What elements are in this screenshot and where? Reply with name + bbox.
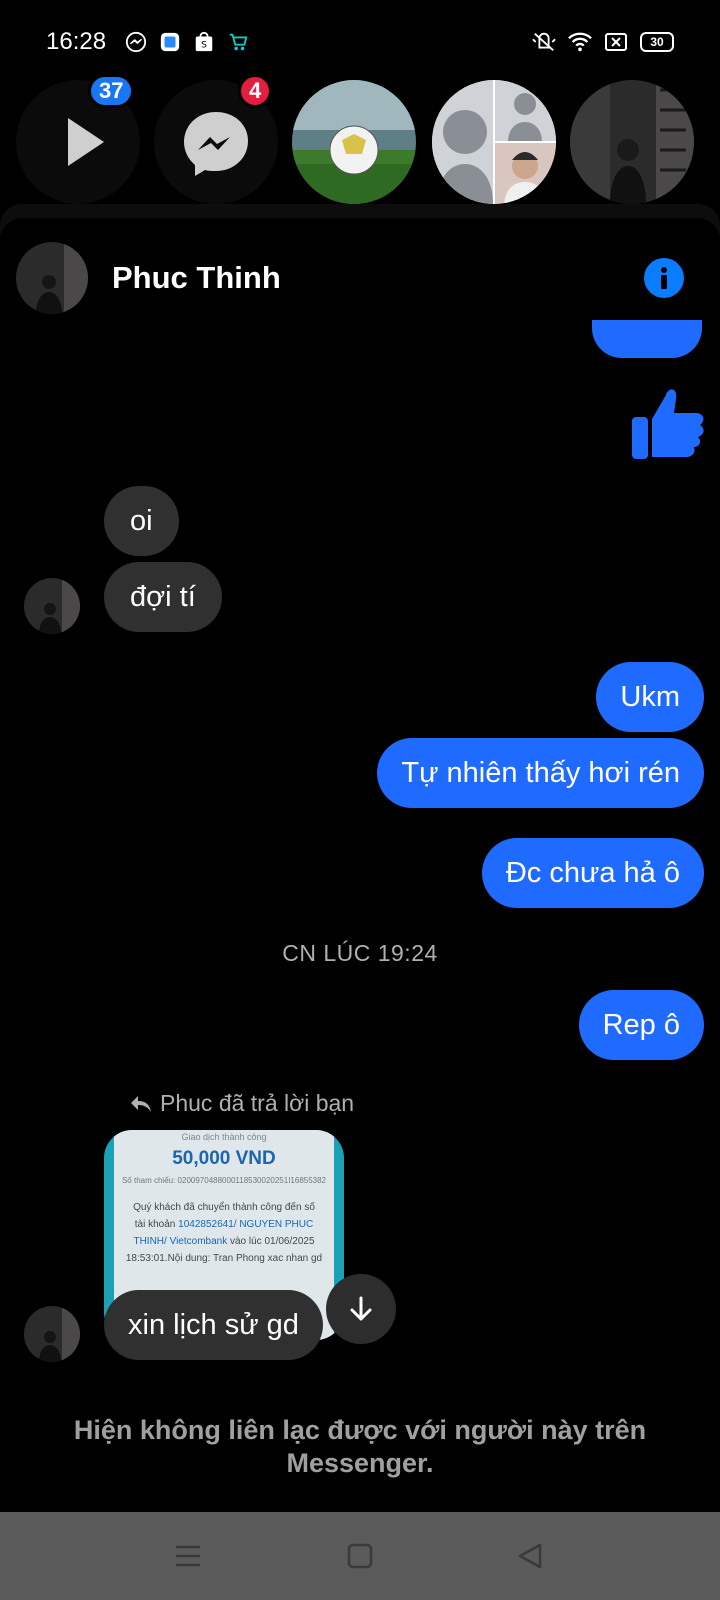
info-button[interactable] bbox=[644, 258, 684, 298]
contact-name[interactable]: Phuc Thinh bbox=[112, 260, 281, 296]
shopping-cart-icon bbox=[226, 30, 250, 54]
outgoing-message[interactable]: Ukm bbox=[596, 662, 704, 732]
system-icons: 30 bbox=[532, 30, 674, 54]
receipt-line: THINH/ Vietcombank vào lúc 01/06/2025 bbox=[120, 1233, 328, 1250]
unavailable-notice: Hiện không liên lạc được với người này t… bbox=[73, 1415, 647, 1478]
receipt-text: vào lúc 01/06/2025 bbox=[227, 1236, 315, 1247]
phuc-thinh-chathead[interactable] bbox=[570, 80, 694, 204]
incoming-message[interactable]: xin lịch sử gd bbox=[104, 1290, 323, 1360]
receipt-heading: Giao dịch thành công bbox=[181, 1132, 267, 1142]
incoming-message[interactable]: đợi tí bbox=[104, 562, 222, 632]
mute-icon bbox=[532, 30, 556, 54]
conversation-header: Phuc Thinh bbox=[0, 240, 720, 316]
receipt-line: Quý khách đã chuyển thành công đến số bbox=[133, 1202, 315, 1213]
contact-photo bbox=[570, 80, 694, 204]
receipt-text: tài khoản bbox=[134, 1219, 179, 1230]
football-chathead[interactable] bbox=[292, 80, 416, 204]
previous-message-bubble[interactable] bbox=[592, 320, 702, 358]
reply-indicator: Phuc đã trả lời bạn bbox=[130, 1090, 354, 1117]
incoming-message[interactable]: oi bbox=[104, 486, 179, 556]
home-nav-button[interactable] bbox=[342, 1538, 378, 1574]
receipt-bank: THINH/ Vietcombank bbox=[133, 1236, 228, 1247]
notification-icons: S bbox=[124, 30, 250, 54]
receipt-amount: 50,000 VND bbox=[172, 1148, 276, 1169]
info-icon bbox=[645, 259, 683, 297]
system-navigation-bar bbox=[0, 1512, 720, 1600]
receipt-line: 18:53:01.Nội dung: Tran Phong xac nhan g… bbox=[125, 1253, 323, 1264]
header-avatar[interactable] bbox=[16, 242, 88, 314]
home-icon bbox=[347, 1543, 373, 1569]
sender-avatar[interactable] bbox=[24, 578, 80, 634]
video-badge: 37 bbox=[88, 74, 135, 108]
back-nav-button[interactable] bbox=[512, 1538, 548, 1574]
messenger-badge: 4 bbox=[238, 74, 273, 108]
messenger-notification-icon bbox=[124, 30, 148, 54]
outgoing-message[interactable]: Rep ô bbox=[578, 990, 704, 1060]
football-photo bbox=[292, 80, 416, 204]
no-sim-icon bbox=[604, 30, 628, 54]
group-avatar bbox=[432, 80, 556, 204]
outgoing-message[interactable]: Tự nhiên thấy hơi rén bbox=[377, 738, 704, 808]
message-timestamp: CN LÚC 19:24 bbox=[282, 940, 438, 966]
wifi-icon bbox=[568, 30, 592, 54]
receipt-account: 1042852641/ NGUYEN PHUC bbox=[178, 1219, 314, 1230]
battery-indicator: 30 bbox=[640, 32, 674, 52]
receipt-reference: Số tham chiếu: 0200970488000118530020251… bbox=[121, 1176, 327, 1185]
shopee-icon: S bbox=[192, 30, 216, 54]
chat-heads-row: 37 4 bbox=[0, 74, 720, 204]
receipt-details: Quý khách đã chuyển thành công đến số tà… bbox=[114, 1199, 334, 1267]
receipt-line: tài khoản 1042852641/ NGUYEN PHUC bbox=[120, 1216, 328, 1233]
back-icon bbox=[518, 1543, 542, 1569]
like-sticker[interactable] bbox=[630, 383, 706, 461]
arrow-down-icon bbox=[350, 1296, 372, 1321]
menu-icon bbox=[176, 1545, 200, 1567]
svg-text:S: S bbox=[201, 40, 207, 51]
outgoing-message[interactable]: Đc chưa hả ô bbox=[481, 838, 704, 908]
scroll-to-bottom-button[interactable] bbox=[326, 1274, 396, 1344]
reply-label-text: Phuc đã trả lời bạn bbox=[160, 1090, 355, 1116]
status-bar: 16:28 S 30 bbox=[0, 0, 720, 80]
group-chathead[interactable] bbox=[432, 80, 556, 204]
thumbs-up-icon bbox=[632, 389, 704, 459]
reply-arrow-icon bbox=[131, 1095, 151, 1112]
sender-avatar[interactable] bbox=[24, 1306, 80, 1362]
menu-nav-button[interactable] bbox=[170, 1538, 206, 1574]
status-time: 16:28 bbox=[46, 28, 107, 55]
app-notification-icon bbox=[158, 30, 182, 54]
